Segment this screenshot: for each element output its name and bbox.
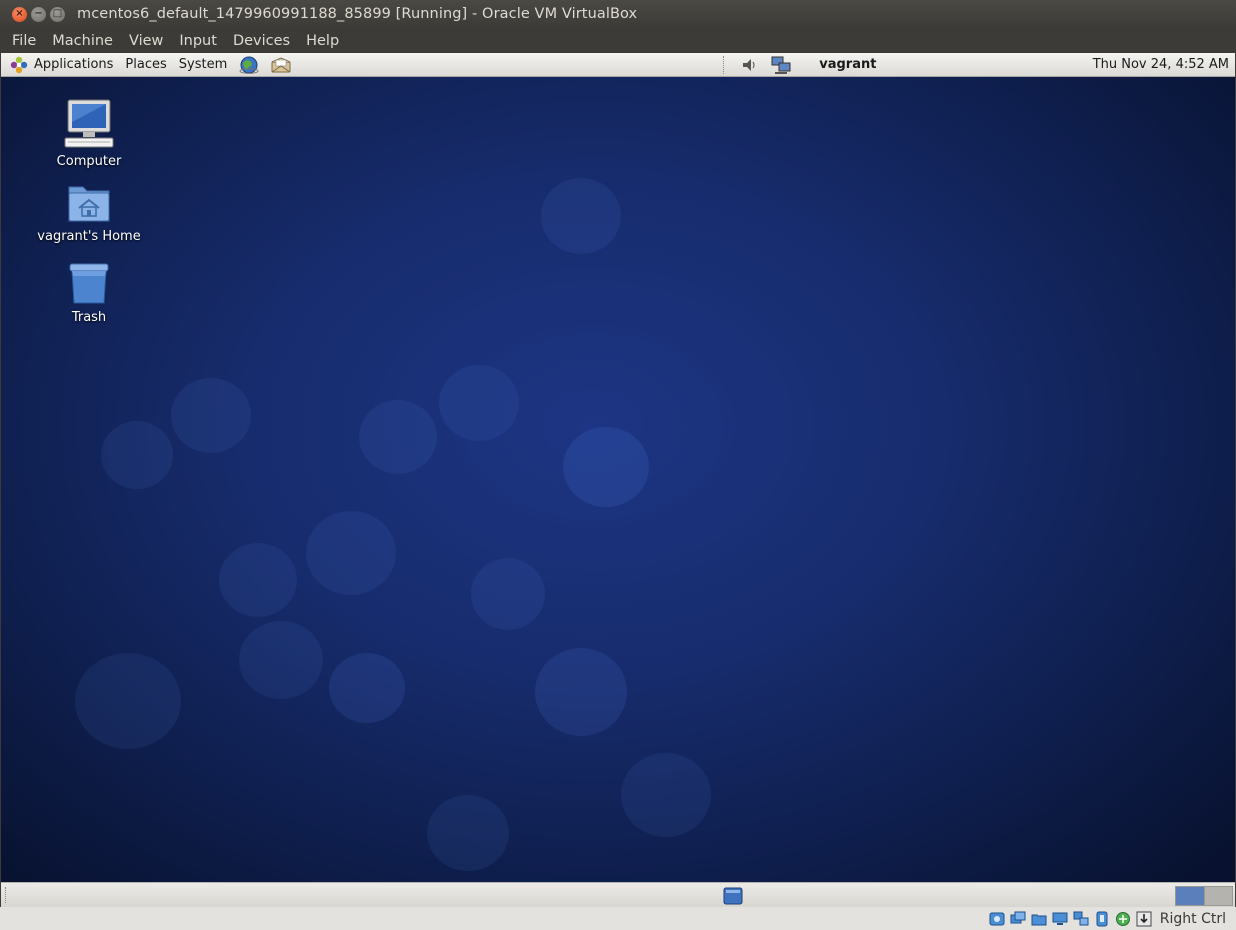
applications-icon xyxy=(10,56,28,73)
workspace-2[interactable] xyxy=(1203,887,1232,905)
menu-machine[interactable]: Machine xyxy=(44,33,121,49)
desktop-icon-computer[interactable]: Computer xyxy=(24,98,154,169)
panel-handle[interactable] xyxy=(5,887,9,903)
optical-drive-icon[interactable] xyxy=(1010,911,1026,927)
workspace-switcher[interactable] xyxy=(1175,886,1233,906)
workspace-1[interactable] xyxy=(1176,887,1204,905)
places-menu[interactable]: Places xyxy=(119,53,172,77)
trash-icon xyxy=(69,263,109,304)
gnome-top-panel: Applications Places System vagrant Thu N… xyxy=(1,53,1235,77)
window-title: mcentos6_default_1479960991188_85899 [Ru… xyxy=(77,6,638,22)
desktop-icon-trash[interactable]: Trash xyxy=(24,260,154,325)
vbox-statusbar: Right Ctrl xyxy=(0,907,1236,930)
window-titlebar[interactable]: × − □ mcentos6_default_1479960991188_858… xyxy=(0,0,1236,28)
desktop-icon-label: Computer xyxy=(56,154,122,169)
panel-separator xyxy=(723,55,725,74)
desktop-icon-label: Trash xyxy=(71,310,107,325)
usb-icon[interactable] xyxy=(1094,911,1110,927)
system-menu[interactable]: System xyxy=(173,53,233,77)
shared-folders-icon[interactable] xyxy=(1031,911,1047,927)
menu-help[interactable]: Help xyxy=(298,33,347,49)
web-browser-icon[interactable] xyxy=(238,55,260,75)
home-folder-icon xyxy=(68,186,110,222)
menu-view[interactable]: View xyxy=(121,33,171,49)
minimize-window-button[interactable]: − xyxy=(31,6,46,22)
applications-label: Applications xyxy=(34,57,114,72)
show-desktop-icon[interactable] xyxy=(723,887,743,905)
desktop-icon-home[interactable]: vagrant's Home xyxy=(24,181,154,244)
hard-disk-icon[interactable] xyxy=(989,911,1005,927)
mail-client-icon[interactable] xyxy=(270,55,292,75)
desktop-icon-label: vagrant's Home xyxy=(37,229,141,244)
computer-icon xyxy=(64,99,114,148)
guest-screen[interactable]: Applications Places System vagrant Thu N… xyxy=(1,53,1235,882)
user-name[interactable]: vagrant xyxy=(819,57,876,72)
places-label: Places xyxy=(125,57,167,72)
maximize-window-button[interactable]: □ xyxy=(50,6,65,22)
vbox-menubar: File Machine View Input Devices Help xyxy=(0,28,1236,53)
volume-icon[interactable] xyxy=(739,55,759,75)
mouse-integration-icon[interactable] xyxy=(1136,911,1152,927)
gnome-bottom-panel xyxy=(1,882,1235,907)
display-icon[interactable] xyxy=(1052,911,1068,927)
menu-devices[interactable]: Devices xyxy=(225,33,298,49)
menu-input[interactable]: Input xyxy=(171,33,225,49)
applications-menu[interactable]: Applications xyxy=(1,53,119,77)
network-adapter-icon[interactable] xyxy=(1073,911,1089,927)
clock[interactable]: Thu Nov 24, 4:52 AM xyxy=(1093,57,1229,72)
close-window-button[interactable]: × xyxy=(12,6,27,22)
capture-icon[interactable] xyxy=(1115,911,1131,927)
window-controls: × − □ xyxy=(12,6,65,22)
host-key-label[interactable]: Right Ctrl xyxy=(1160,911,1226,927)
menu-file[interactable]: File xyxy=(4,33,44,49)
network-icon[interactable] xyxy=(771,55,791,75)
system-label: System xyxy=(178,57,228,72)
